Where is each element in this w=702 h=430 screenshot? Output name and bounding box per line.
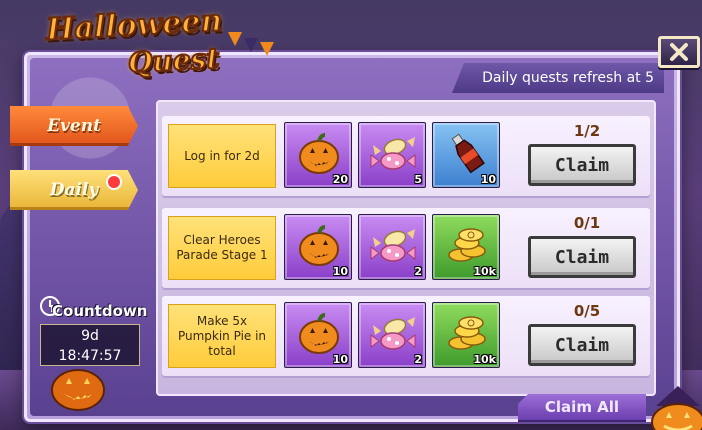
reward-slot[interactable]: 10k (432, 302, 500, 368)
reward-quantity: 10k (473, 353, 496, 366)
reward-quantity: 10 (332, 353, 348, 366)
gold-coins-icon (448, 228, 486, 262)
reward-quantity: 20 (332, 173, 348, 186)
candy-icon (370, 317, 416, 350)
reward-quantity: 5 (414, 173, 422, 186)
claim-button[interactable]: Claim (528, 324, 636, 366)
countdown-days: 9d (81, 328, 99, 344)
quest-list: Log in for 2d 20 5 10 1/2 Claim Clear He… (156, 100, 656, 396)
reward-quantity: 10 (332, 265, 348, 278)
claim-all-button[interactable]: Claim All (518, 394, 646, 422)
quest-row: Clear Heroes Parade Stage 1 10 2 10k 0/1… (162, 208, 650, 288)
candy-icon (370, 137, 416, 170)
jack-o-lantern-witch-hat-icon (651, 386, 702, 430)
quest-progress: 0/5 (573, 302, 601, 320)
countdown-time: 18:47:57 (58, 348, 122, 364)
reward-slot[interactable]: 2 (358, 214, 426, 280)
close-button[interactable] (658, 36, 700, 68)
reward-slot[interactable]: 5 (358, 122, 426, 188)
title-line-1: Halloween (44, 2, 224, 48)
reward-quantity: 2 (414, 265, 422, 278)
reward-slot[interactable]: 10 (432, 122, 500, 188)
claim-button[interactable]: Claim (528, 236, 636, 278)
quest-description: Make 5x Pumpkin Pie in total (168, 304, 276, 368)
reward-slot[interactable]: 20 (284, 122, 352, 188)
reward-slot[interactable]: 10 (284, 214, 352, 280)
title-line-2: Quest (126, 41, 221, 81)
refresh-banner: Daily quests refresh at 5 (452, 63, 664, 93)
quest-progress: 1/2 (573, 122, 601, 140)
notification-dot (106, 174, 122, 190)
reward-slot[interactable]: 2 (358, 302, 426, 368)
pumpkin-icon (299, 133, 339, 174)
claim-button[interactable]: Claim (528, 144, 636, 186)
candy-icon (370, 229, 416, 262)
pumpkin-icon (299, 313, 339, 354)
halloween-quest-logo: Halloween Quest (36, 2, 242, 81)
bottle-icon (451, 133, 485, 174)
quest-description: Clear Heroes Parade Stage 1 (168, 216, 276, 280)
countdown-label: Countdown (52, 302, 148, 320)
reward-quantity: 10 (480, 173, 496, 186)
reward-slot[interactable]: 10 (284, 302, 352, 368)
tab-event[interactable]: Event (10, 106, 138, 146)
countdown-widget: Countdown 9d 18:47:57 (36, 292, 148, 374)
reward-slot[interactable]: 10k (432, 214, 500, 280)
pumpkin-icon (299, 225, 339, 266)
close-icon (670, 43, 688, 61)
quest-description: Log in for 2d (168, 124, 276, 188)
reward-quantity: 10k (473, 265, 496, 278)
countdown-timer: 9d 18:47:57 (40, 324, 140, 366)
gold-coins-icon (448, 316, 486, 350)
quest-row: Make 5x Pumpkin Pie in total 10 2 10k 0/… (162, 296, 650, 376)
quest-progress: 0/1 (573, 214, 601, 232)
quest-row: Log in for 2d 20 5 10 1/2 Claim (162, 116, 650, 196)
reward-quantity: 2 (414, 353, 422, 366)
